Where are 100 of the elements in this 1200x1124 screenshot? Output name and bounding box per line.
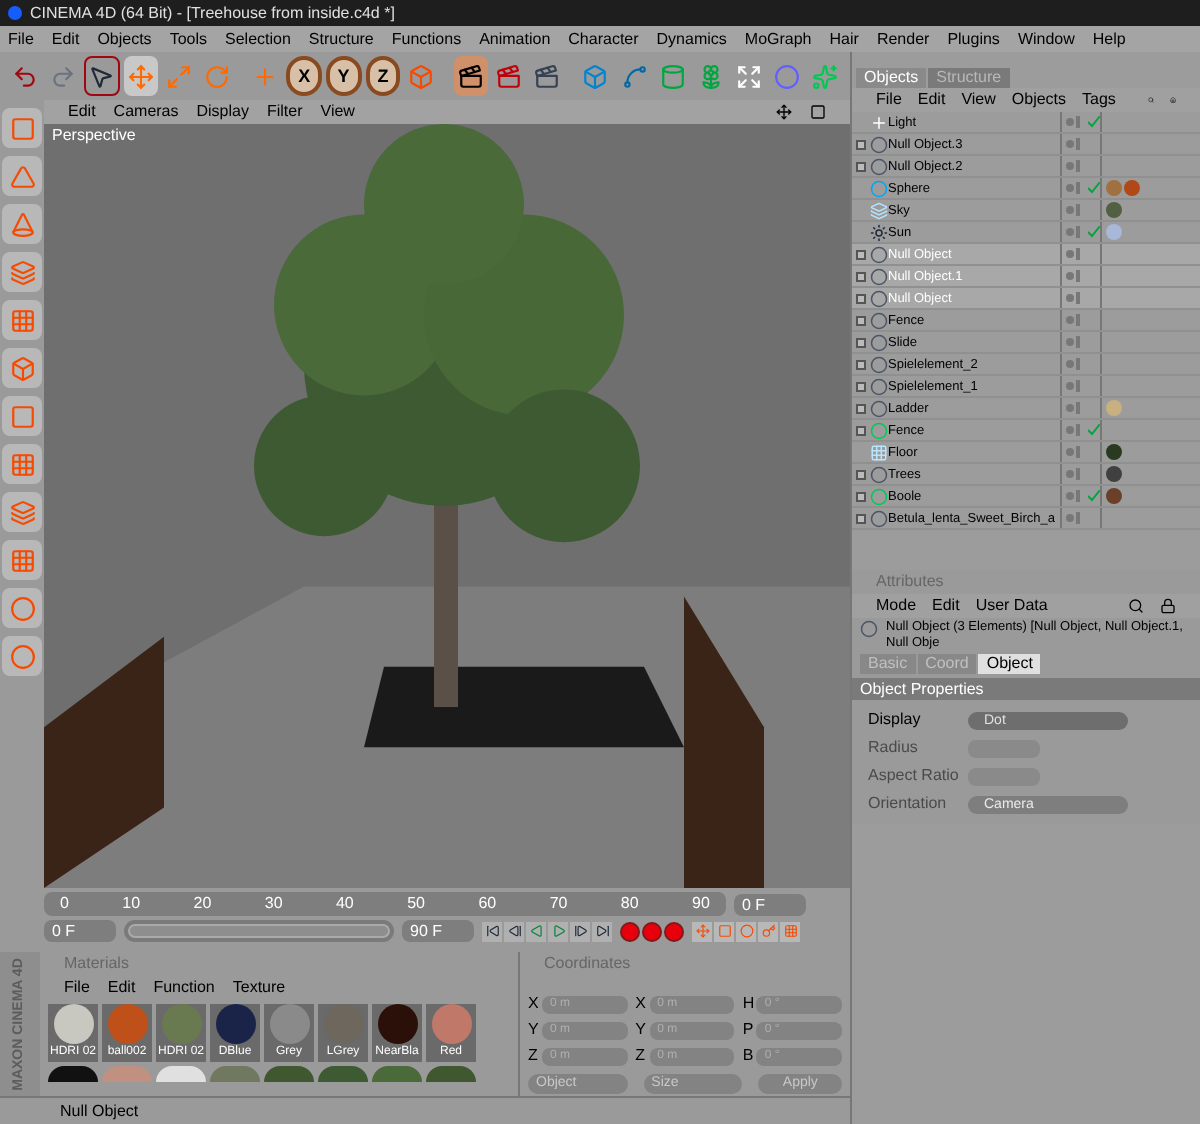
record-key-icon[interactable] (620, 921, 640, 941)
menu-item[interactable]: Tags (1082, 88, 1116, 112)
axis-lock-button[interactable]: Y (325, 56, 362, 96)
lock-icon[interactable] (1160, 598, 1176, 614)
expand-toggle[interactable] (855, 403, 865, 413)
pan-icon[interactable] (776, 104, 792, 120)
menu-item[interactable]: Dynamics (656, 27, 727, 51)
check-icon[interactable] (1088, 490, 1100, 502)
expand-toggle[interactable] (855, 491, 865, 501)
axis-lock-button[interactable]: X (286, 56, 322, 96)
menu-item[interactable]: File (8, 27, 34, 51)
record-key-icon[interactable] (642, 921, 662, 941)
tool-icon[interactable] (2, 348, 42, 388)
menu-item[interactable]: User Data (975, 594, 1048, 618)
expand-toggle[interactable] (855, 271, 865, 281)
tool-icon[interactable] (2, 252, 42, 292)
menu-item[interactable]: File (876, 88, 902, 112)
viewport-menu-item[interactable]: Display (196, 100, 249, 124)
tool-icon[interactable] (2, 588, 42, 628)
playback-icon[interactable] (592, 921, 612, 941)
expand-toggle[interactable] (855, 337, 865, 347)
menu-item[interactable]: Help (1092, 27, 1126, 51)
menu-item[interactable]: Plugins (947, 27, 1000, 51)
tool-icon[interactable] (2, 492, 42, 532)
tool-icon[interactable] (2, 204, 42, 244)
render-view-icon[interactable] (453, 56, 488, 96)
maximize-icon[interactable] (810, 104, 826, 120)
viewport-menu-item[interactable]: Filter (266, 100, 303, 124)
record-key-icon[interactable] (664, 921, 684, 941)
attribute-tab[interactable]: Object (978, 654, 1041, 674)
menu-item[interactable]: Objects (1011, 88, 1067, 112)
menu-item[interactable]: Tools (169, 27, 207, 51)
pointer-icon[interactable] (84, 56, 120, 96)
expand-toggle[interactable] (855, 249, 865, 259)
material-tag-icon[interactable] (1106, 488, 1122, 504)
search-icon[interactable] (1147, 92, 1154, 108)
current-frame-field[interactable]: 0 F (734, 893, 806, 915)
playback-icon[interactable] (482, 921, 502, 941)
expand-toggle[interactable] (855, 469, 865, 479)
menu-item[interactable]: Character (568, 27, 639, 51)
menu-item[interactable]: Functions (391, 27, 462, 51)
tool-icon[interactable] (2, 636, 42, 676)
playback-icon[interactable] (570, 921, 590, 941)
check-icon[interactable] (1088, 116, 1100, 128)
menu-item[interactable]: Window (1017, 27, 1075, 51)
menu-item[interactable]: Render (876, 27, 930, 51)
keyframe-option-icon[interactable] (780, 921, 800, 941)
expand-toggle[interactable] (855, 139, 865, 149)
tool-icon[interactable] (2, 540, 42, 580)
tool-icon[interactable] (2, 444, 42, 484)
menu-item[interactable]: File (64, 976, 90, 1000)
menu-item[interactable]: Edit (917, 88, 946, 112)
menu-item[interactable]: Mode (876, 594, 917, 618)
tool-icon[interactable] (2, 156, 42, 196)
menu-item[interactable]: Structure (308, 27, 374, 51)
material-tag-icon[interactable] (1106, 202, 1122, 218)
viewport-menu-item[interactable]: Edit (68, 100, 96, 124)
menu-item[interactable]: Function (153, 976, 215, 1000)
menu-item[interactable]: Edit (51, 27, 80, 51)
menu-item[interactable]: View (961, 88, 996, 112)
menu-item[interactable]: Animation (479, 27, 551, 51)
axis-lock-button[interactable]: Z (365, 56, 401, 96)
expand-toggle[interactable] (855, 513, 865, 523)
range-end-field[interactable]: 90 F (402, 920, 474, 942)
menu-item[interactable]: MoGraph (744, 27, 812, 51)
home-icon[interactable] (1169, 92, 1176, 108)
check-icon[interactable] (1088, 424, 1100, 436)
viewport-menu-item[interactable]: View (320, 100, 355, 124)
expand-toggle[interactable] (855, 315, 865, 325)
expand-toggle[interactable] (855, 359, 865, 369)
timeline-ruler[interactable]: 0 10 20 30 40 50 60 70 80 90 (44, 892, 726, 916)
playback-icon[interactable] (504, 921, 524, 941)
axis-label: Z (635, 1044, 648, 1068)
menu-item[interactable]: Edit (107, 976, 136, 1000)
menu-item[interactable]: Texture (232, 976, 286, 1000)
check-icon[interactable] (1088, 226, 1100, 238)
expand-toggle[interactable] (855, 161, 865, 171)
range-start-field[interactable]: 0 F (44, 920, 116, 942)
keyframe-option-icon[interactable] (736, 921, 756, 941)
expand-toggle[interactable] (855, 425, 865, 435)
menu-item[interactable]: Edit (932, 594, 960, 618)
expand-toggle[interactable] (855, 293, 865, 303)
field-label: Aspect Ratio (868, 764, 961, 788)
tool-icon[interactable] (2, 108, 42, 148)
check-icon[interactable] (1088, 182, 1100, 194)
window-title: CINEMA 4D (64 Bit) - [Treehouse from inside.c4d *] (30, 1, 395, 25)
viewport-menu-item[interactable]: Cameras (113, 100, 179, 124)
expand-toggle[interactable] (855, 381, 865, 391)
menu-item[interactable]: Objects (97, 27, 152, 51)
material-tag-icon[interactable] (1106, 466, 1122, 482)
keyframe-option-icon[interactable] (758, 921, 778, 941)
tool-icon[interactable] (2, 300, 42, 340)
menu-item[interactable]: Selection (225, 27, 291, 51)
keyframe-option-icon[interactable] (692, 921, 712, 941)
menu-item[interactable]: Hair (829, 27, 859, 51)
search-icon[interactable] (1128, 598, 1144, 614)
keyframe-option-icon[interactable] (714, 921, 734, 941)
tool-icon[interactable] (2, 396, 42, 436)
material-tag-icon[interactable] (1106, 444, 1122, 460)
material-tag-icon[interactable] (1124, 180, 1140, 196)
